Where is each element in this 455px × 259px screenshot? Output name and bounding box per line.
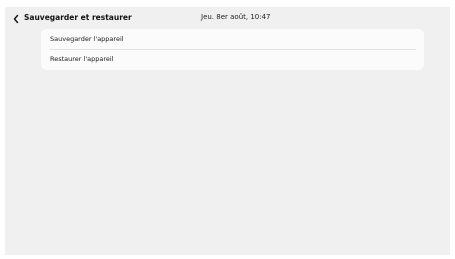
page-title: Sauvegarder et restaurer bbox=[24, 13, 132, 22]
backup-device-item[interactable]: Sauvegarder l'appareil bbox=[41, 30, 424, 49]
restore-device-label: Restaurer l'appareil bbox=[50, 55, 114, 63]
backup-device-label: Sauvegarder l'appareil bbox=[50, 35, 124, 43]
restore-device-item[interactable]: Restaurer l'appareil bbox=[41, 50, 424, 69]
top-bar: Sauvegarder et restaurer Jeu. 8er août, … bbox=[5, 7, 450, 31]
status-datetime: Jeu. 8er août, 10:47 bbox=[201, 13, 271, 21]
settings-screen: Sauvegarder et restaurer Jeu. 8er août, … bbox=[5, 7, 450, 255]
options-card: Sauvegarder l'appareil Restaurer l'appar… bbox=[41, 29, 424, 70]
chevron-left-icon bbox=[13, 14, 19, 24]
back-button[interactable] bbox=[11, 11, 21, 25]
